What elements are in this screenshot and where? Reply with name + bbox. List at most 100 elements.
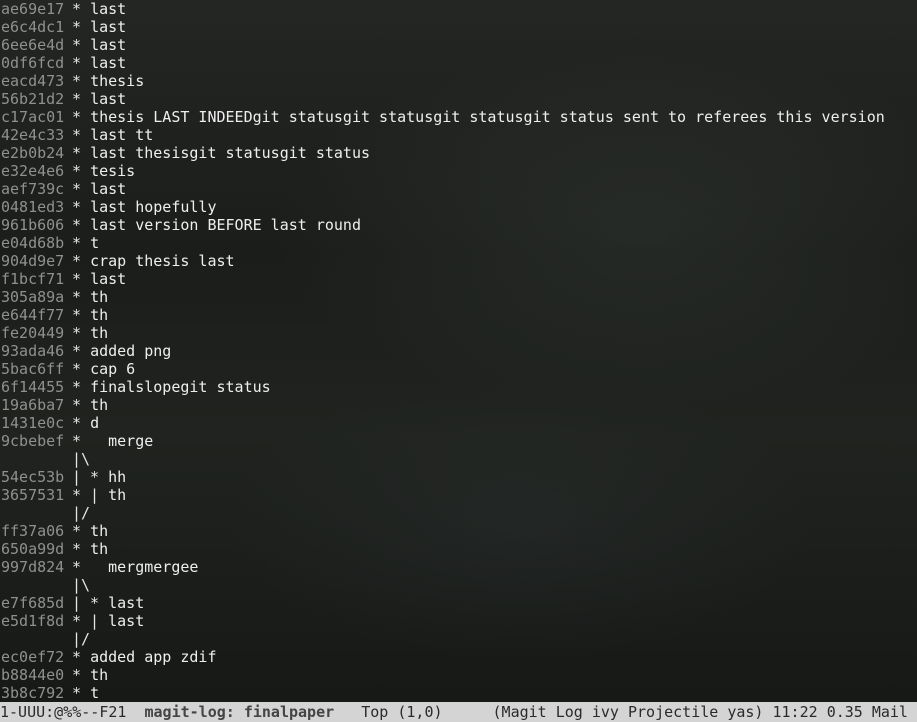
- commit-row[interactable]: 0df6fcd * last: [1, 54, 917, 72]
- commit-row[interactable]: aef739c * last: [1, 180, 917, 198]
- commit-row[interactable]: 56b21d2 * last: [1, 90, 917, 108]
- commit-message: t: [90, 234, 100, 252]
- commit-row[interactable]: 997d824 * mergmergee: [1, 558, 917, 576]
- commit-hash[interactable]: e644f77: [1, 306, 72, 324]
- commit-hash[interactable]: f1bcf71: [1, 270, 72, 288]
- commit-graph: *: [72, 72, 91, 90]
- commit-hash[interactable]: c17ac01: [1, 108, 72, 126]
- commit-row[interactable]: e32e4e6 * tesis: [1, 162, 917, 180]
- commit-hash[interactable]: 650a99d: [1, 540, 72, 558]
- commit-hash[interactable]: 54ec53b: [1, 468, 72, 486]
- commit-hash[interactable]: 997d824: [1, 558, 72, 576]
- commit-hash[interactable]: 305a89a: [1, 288, 72, 306]
- commit-hash[interactable]: ae69e17: [1, 0, 72, 18]
- commit-row[interactable]: 961b606 * last version BEFORE last round: [1, 216, 917, 234]
- commit-row[interactable]: 0481ed3 * last hopefully: [1, 198, 917, 216]
- commit-row[interactable]: 42e4c33 * last tt: [1, 126, 917, 144]
- commit-row[interactable]: e5d1f8d * | last: [1, 612, 917, 630]
- commit-hash[interactable]: fe20449: [1, 324, 72, 342]
- commit-row[interactable]: 650a99d * th: [1, 540, 917, 558]
- commit-hash[interactable]: 6ee6e4d: [1, 36, 72, 54]
- graph-connector-row: |/: [1, 504, 917, 522]
- commit-message: tesis: [90, 162, 136, 180]
- commit-row[interactable]: 1431e0c * d: [1, 414, 917, 432]
- commit-hash[interactable]: ff37a06: [1, 522, 72, 540]
- commit-hash[interactable]: b8844e0: [1, 666, 72, 684]
- commit-hash[interactable]: 961b606: [1, 216, 72, 234]
- commit-hash[interactable]: e6c4dc1: [1, 18, 72, 36]
- mode-line-time: 11:22: [772, 703, 818, 721]
- commit-row[interactable]: b8844e0 * th: [1, 666, 917, 684]
- commit-hash[interactable]: 9cbebef: [1, 432, 72, 450]
- commit-message: last: [90, 90, 127, 108]
- commit-hash[interactable]: eacd473: [1, 72, 72, 90]
- commit-row[interactable]: fe20449 * th: [1, 324, 917, 342]
- commit-hash[interactable]: e32e4e6: [1, 162, 72, 180]
- mode-line-major-minor-modes[interactable]: (Magit Log ivy Projectile yas): [493, 702, 764, 722]
- commit-message: th: [90, 396, 109, 414]
- commit-row[interactable]: ff37a06 * th: [1, 522, 917, 540]
- commit-hash[interactable]: 42e4c33: [1, 126, 72, 144]
- commit-hash[interactable]: 0df6fcd: [1, 54, 72, 72]
- commit-message: th: [90, 540, 109, 558]
- commit-graph: *: [72, 306, 91, 324]
- commit-row[interactable]: f1bcf71 * last: [1, 270, 917, 288]
- commit-hash[interactable]: 93ada46: [1, 342, 72, 360]
- commit-graph: *: [72, 288, 91, 306]
- commit-message: last: [90, 18, 127, 36]
- commit-hash[interactable]: aef739c: [1, 180, 72, 198]
- commit-hash[interactable]: ec0ef72: [1, 648, 72, 666]
- commit-row[interactable]: 305a89a * th: [1, 288, 917, 306]
- commit-hash[interactable]: e5d1f8d: [1, 612, 72, 630]
- commit-row[interactable]: e7f685d | * last: [1, 594, 917, 612]
- commit-hash[interactable]: e7f685d: [1, 594, 72, 612]
- commit-hash[interactable]: 0481ed3: [1, 198, 72, 216]
- graph-connector-row: |/: [1, 630, 917, 648]
- commit-row[interactable]: 6ee6e4d * last: [1, 36, 917, 54]
- commit-hash[interactable]: 6f14455: [1, 378, 72, 396]
- commit-hash[interactable]: 904d9e7: [1, 252, 72, 270]
- commit-row[interactable]: e2b0b24 * last thesisgit statusgit status: [1, 144, 917, 162]
- commit-row[interactable]: 93ada46 * added png: [1, 342, 917, 360]
- commit-hash[interactable]: 3b8c792: [1, 684, 72, 702]
- commit-row[interactable]: eacd473 * thesis: [1, 72, 917, 90]
- commit-row[interactable]: 3b8c792 * t: [1, 684, 917, 702]
- commit-row[interactable]: 54ec53b | * hh: [1, 468, 917, 486]
- commit-graph: *: [72, 198, 91, 216]
- commit-row[interactable]: 5bac6ff * cap 6: [1, 360, 917, 378]
- commit-row[interactable]: ec0ef72 * added app zdif: [1, 648, 917, 666]
- commit-row[interactable]: 9cbebef * merge: [1, 432, 917, 450]
- commit-graph: *: [72, 162, 91, 180]
- mode-line-mail: Mail: [871, 703, 908, 721]
- commit-row[interactable]: 904d9e7 * crap thesis last: [1, 252, 917, 270]
- mode-line-buffer-name[interactable]: magit-log: finalpaper: [145, 702, 335, 722]
- commit-message: last tt: [90, 126, 154, 144]
- commit-hash[interactable]: 19a6ba7: [1, 396, 72, 414]
- commit-row[interactable]: 6f14455 * finalslopegit status: [1, 378, 917, 396]
- commit-row[interactable]: ae69e17 * last: [1, 0, 917, 18]
- graph-connector-row: |\: [1, 576, 917, 594]
- commit-graph: *: [72, 216, 91, 234]
- commit-hash[interactable]: 56b21d2: [1, 90, 72, 108]
- commit-graph: *: [72, 90, 91, 108]
- commit-message: mergmergee: [108, 558, 199, 576]
- commit-graph: *: [72, 36, 91, 54]
- commit-message: last: [108, 594, 145, 612]
- commit-graph: *: [72, 324, 91, 342]
- commit-graph: *: [72, 234, 91, 252]
- commit-row[interactable]: 3657531 * | th: [1, 486, 917, 504]
- commit-graph: *: [72, 666, 91, 684]
- commit-row[interactable]: e6c4dc1 * last: [1, 18, 917, 36]
- commit-hash[interactable]: 5bac6ff: [1, 360, 72, 378]
- commit-graph: *: [72, 414, 91, 432]
- commit-hash[interactable]: e04d68b: [1, 234, 72, 252]
- commit-row[interactable]: 19a6ba7 * th: [1, 396, 917, 414]
- commit-hash[interactable]: e2b0b24: [1, 144, 72, 162]
- commit-row[interactable]: e644f77 * th: [1, 306, 917, 324]
- commit-hash[interactable]: 1431e0c: [1, 414, 72, 432]
- commit-hash[interactable]: 3657531: [1, 486, 72, 504]
- commit-row[interactable]: e04d68b * t: [1, 234, 917, 252]
- commit-graph: |/: [72, 630, 91, 648]
- magit-log-buffer[interactable]: ae69e17 * last e6c4dc1 * last 6ee6e4d * last 0…: [1, 0, 917, 702]
- commit-row[interactable]: c17ac01 * thesis LAST INDEEDgit statusgit…: [1, 108, 917, 126]
